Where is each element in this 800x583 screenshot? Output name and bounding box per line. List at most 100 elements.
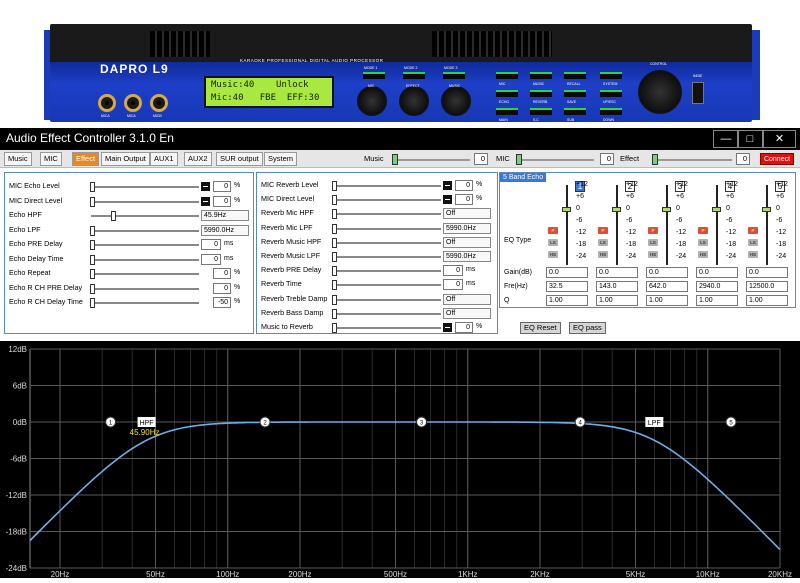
eq-band-1-gain[interactable]: 0.0 xyxy=(546,267,588,278)
reverb-slider[interactable] xyxy=(333,284,441,287)
echo-slider[interactable] xyxy=(91,287,199,290)
maximize-button[interactable]: □ xyxy=(737,130,763,148)
reverb-slider[interactable] xyxy=(333,199,441,202)
eq-type-hs-button[interactable]: HS xyxy=(598,251,608,258)
reverb-slider[interactable] xyxy=(333,227,441,230)
echo-slider[interactable] xyxy=(91,200,199,203)
mic-volume-slider[interactable] xyxy=(518,159,594,161)
echo-slider-thumb[interactable] xyxy=(90,240,95,250)
reverb-slider[interactable] xyxy=(333,256,441,258)
tab-system[interactable]: System xyxy=(264,152,298,166)
eq-band-3-gain[interactable]: 0.0 xyxy=(646,267,688,278)
eq-band-5-fader-thumb[interactable] xyxy=(762,207,771,212)
echo-slider-thumb[interactable] xyxy=(90,225,95,236)
reverb-slider-thumb[interactable] xyxy=(332,252,337,262)
eq-band-5-freq[interactable]: 12500.0 xyxy=(746,281,788,292)
eq-band-2-q[interactable]: 1.00 xyxy=(596,295,638,306)
eq-band-2-gain[interactable]: 0.0 xyxy=(596,267,638,278)
music-volume-thumb[interactable] xyxy=(392,154,398,165)
close-button[interactable]: ✕ xyxy=(763,130,796,148)
eq-reset-button[interactable]: EQ Reset xyxy=(520,322,561,334)
tab-effect[interactable]: Effect xyxy=(72,152,100,166)
echo-slider-thumb[interactable] xyxy=(111,211,116,221)
eq-band-2-fader-thumb[interactable] xyxy=(612,207,621,212)
tab-aux1[interactable]: AUX1 xyxy=(150,152,178,166)
reverb-slider[interactable] xyxy=(333,312,441,315)
tab-mic[interactable]: MIC xyxy=(40,152,62,166)
frequency-response-svg[interactable]: 20Hz 50Hz 100Hz 200Hz 500Hz 1KHz 2KHz 5KHz 10KHz… xyxy=(0,341,800,579)
eq-band-5-q[interactable]: 1.00 xyxy=(746,295,788,306)
eq-type-p-button[interactable]: P xyxy=(748,227,758,234)
reverb-value-select[interactable]: Off xyxy=(443,307,491,319)
reverb-value-box[interactable]: 0 xyxy=(443,279,463,291)
eq-band-1-fader-thumb[interactable] xyxy=(562,207,571,212)
eq-type-ls-button[interactable]: LS xyxy=(748,239,758,246)
reverb-value-select[interactable]: Off xyxy=(443,293,491,305)
echo-slider-thumb[interactable] xyxy=(90,182,95,192)
eq-band-4-freq[interactable]: 2940.0 xyxy=(696,281,738,292)
connect-button[interactable]: Connect xyxy=(760,153,794,165)
eq-type-p-button[interactable]: P xyxy=(598,227,608,234)
effect-volume-value[interactable]: 0 xyxy=(736,153,750,165)
eq-type-ls-button[interactable]: LS xyxy=(698,239,708,246)
effect-volume-slider[interactable] xyxy=(654,159,732,161)
eq-type-hs-button[interactable]: HS xyxy=(548,251,558,258)
reverb-slider-thumb[interactable] xyxy=(332,308,337,319)
reverb-slider-thumb[interactable] xyxy=(332,237,337,248)
eq-band-4-fader[interactable] xyxy=(716,185,718,265)
eq-type-ls-button[interactable]: LS xyxy=(648,239,658,246)
echo-value-box[interactable]: 0 xyxy=(213,282,231,294)
reverb-slider-thumb[interactable] xyxy=(332,195,337,206)
eq-type-hs-button[interactable]: HS xyxy=(698,251,708,258)
minimize-button[interactable]: — xyxy=(713,130,739,148)
reverb-slider[interactable] xyxy=(333,298,441,301)
echo-value-box[interactable]: 0 xyxy=(201,239,221,250)
echo-slider-thumb[interactable] xyxy=(90,254,95,265)
echo-slider[interactable] xyxy=(91,186,199,188)
reverb-slider[interactable] xyxy=(333,185,441,187)
echo-value-box[interactable]: 0 xyxy=(201,253,221,265)
eq-type-ls-button[interactable]: LS xyxy=(548,239,558,246)
echo-slider[interactable] xyxy=(91,244,199,246)
eq-type-p-button[interactable]: P xyxy=(548,227,558,234)
minus-icon[interactable] xyxy=(443,181,452,190)
reverb-value-select[interactable]: Off xyxy=(443,208,491,220)
reverb-slider-thumb[interactable] xyxy=(332,280,337,291)
eq-band-5-fader[interactable] xyxy=(766,185,768,265)
echo-slider[interactable] xyxy=(91,273,199,275)
tab-music[interactable]: Music xyxy=(4,152,32,166)
reverb-slider[interactable] xyxy=(333,213,441,216)
reverb-value-select[interactable]: 5990.0Hz xyxy=(443,251,491,262)
reverb-value-box[interactable]: 0 xyxy=(455,322,473,333)
eq-pass-button[interactable]: EQ pass xyxy=(569,322,606,334)
effect-volume-thumb[interactable] xyxy=(652,154,658,165)
eq-band-1-freq[interactable]: 32.5 xyxy=(546,281,588,292)
reverb-slider[interactable] xyxy=(333,270,441,273)
eq-band-3-freq[interactable]: 642.0 xyxy=(646,281,688,292)
eq-band-5-gain[interactable]: 0.0 xyxy=(746,267,788,278)
eq-type-hs-button[interactable]: HS xyxy=(648,251,658,258)
echo-slider[interactable] xyxy=(91,215,199,217)
eq-band-4-gain[interactable]: 0.0 xyxy=(696,267,738,278)
eq-band-3-fader[interactable] xyxy=(666,185,668,265)
eq-type-p-button[interactable]: P xyxy=(648,227,658,234)
echo-value-select[interactable]: 45.9Hz xyxy=(201,210,249,221)
reverb-slider-thumb[interactable] xyxy=(332,209,337,220)
music-volume-value[interactable]: 0 xyxy=(474,153,488,165)
echo-value-box[interactable]: 0 xyxy=(213,195,231,207)
reverb-slider-thumb[interactable] xyxy=(332,266,337,277)
eq-band-3-q[interactable]: 1.00 xyxy=(646,295,688,306)
eq-band-2-freq[interactable]: 143.0 xyxy=(596,281,638,292)
reverb-value-box[interactable]: 0 xyxy=(455,180,473,191)
tab-aux2[interactable]: AUX2 xyxy=(184,152,212,166)
reverb-value-box[interactable]: 0 xyxy=(455,194,473,206)
echo-value-box[interactable]: 0 xyxy=(213,268,231,279)
minus-icon[interactable] xyxy=(443,195,452,205)
eq-band-4-q[interactable]: 1.00 xyxy=(696,295,738,306)
echo-slider[interactable] xyxy=(91,258,199,261)
echo-slider[interactable] xyxy=(91,229,199,232)
music-volume-slider[interactable] xyxy=(394,159,470,161)
eq-band-4-fader-thumb[interactable] xyxy=(712,207,721,212)
reverb-slider-thumb[interactable] xyxy=(332,223,337,234)
tab-sur-output[interactable]: SUR output xyxy=(216,152,263,166)
